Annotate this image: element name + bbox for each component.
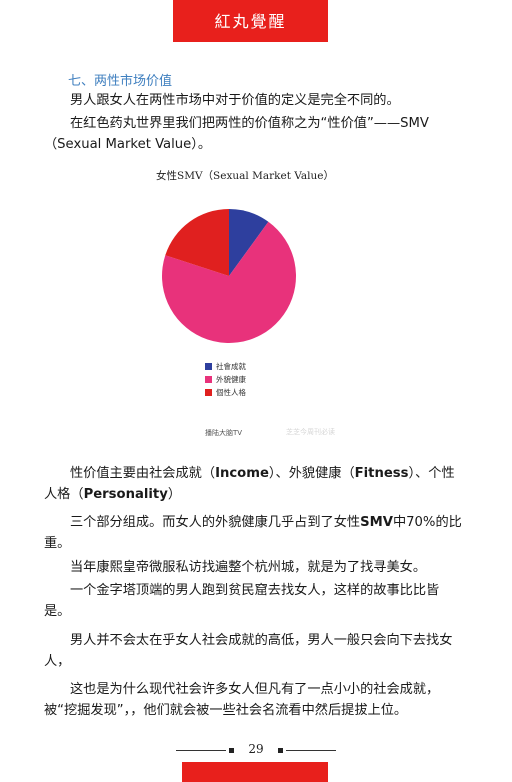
footer-dot-right: [278, 748, 283, 753]
legend-swatch: [205, 363, 212, 370]
body-paragraph-5: 当年康熙皇帝微服私访找遍整个杭州城，就是为了找寻美女。: [44, 557, 464, 578]
body-text: ）、外貌健康（: [268, 466, 355, 481]
chart-legend: 社會成就 外貌健康 個性人格: [205, 360, 246, 399]
intro-text-1: 男人跟女人在两性市场中对于价值的定义是完全不同的。: [70, 93, 400, 108]
body-text: 三个部分组成。而女人的外貌健康几乎占到了女性: [70, 515, 361, 530]
footer-rule-left: [176, 750, 226, 751]
pie-chart: 女性SMV（Sexual Market Value） 社會成就 外貌健康 個性人…: [130, 162, 370, 447]
chart-watermark-faint: 芝芝今周刊必读: [286, 428, 335, 436]
term-fitness: Fitness: [354, 466, 409, 481]
body-text: 当年康熙皇帝微服私访找遍整个杭州城，就是为了找寻美女。: [70, 560, 427, 575]
body-paragraph-4: 三个部分组成。而女人的外貌健康几乎占到了女性SMV中70%的比重。: [44, 512, 464, 554]
body-text: 这也是为什么现代社会许多女人但凡有了一点小小的社会成就，被“挖掘发现”，，他们就…: [44, 682, 440, 718]
legend-label: 外貌健康: [216, 375, 246, 384]
body-paragraph-6: 一个金字塔顶端的男人跑到贫民窟去找女人，这样的故事比比皆是。: [44, 580, 464, 622]
term-income: Income: [215, 466, 269, 481]
body-text: ）: [167, 487, 182, 502]
body-paragraph-7: 男人并不会太在乎女人社会成就的高低，男人一般只会向下去找女人，: [44, 630, 464, 672]
header-banner-text: 紅丸覺醒: [214, 12, 287, 31]
body-text: 性价值主要由社会成就（: [70, 466, 216, 481]
body-text: 一个金字塔顶端的男人跑到贫民窟去找女人，这样的故事比比皆是。: [44, 583, 440, 619]
legend-item: 社會成就: [205, 360, 246, 373]
term-smv: SMV: [360, 515, 393, 530]
legend-swatch: [205, 376, 212, 383]
intro-paragraph-1: 男人跟女人在两性市场中对于价值的定义是完全不同的。: [44, 90, 464, 111]
chart-title: 女性SMV（Sexual Market Value）: [156, 170, 334, 182]
page-number: 29: [248, 742, 264, 756]
footer-dot-left: [229, 748, 234, 753]
legend-label: 個性人格: [216, 388, 246, 397]
footer-banner: [182, 762, 328, 782]
body-paragraph-8: 这也是为什么现代社会许多女人但凡有了一点小小的社会成就，被“挖掘发现”，，他们就…: [44, 679, 464, 721]
body-paragraph-3: 性价值主要由社会成就（Income）、外貌健康（Fitness）、个性人格（Pe…: [44, 463, 464, 505]
footer-rule-right: [286, 750, 336, 751]
page-footer: 29: [0, 740, 512, 762]
term-personality: Personality: [83, 487, 168, 502]
section-title: 七、两性市场价值: [68, 74, 173, 89]
chart-watermark: 播陆大脑TV: [205, 429, 243, 437]
legend-item: 外貌健康: [205, 373, 246, 386]
header-banner: 紅丸覺醒: [173, 0, 328, 42]
legend-label: 社會成就: [216, 362, 246, 371]
pie-chart-canvas: [162, 209, 296, 343]
body-text: 男人并不会太在乎女人社会成就的高低，男人一般只会向下去找女人，: [44, 633, 453, 669]
legend-item: 個性人格: [205, 386, 246, 399]
legend-swatch: [205, 389, 212, 396]
intro-paragraph-2: 在红色药丸世界里我们把两性的价值称之为“性价值”——SMV（Sexual Mar…: [44, 113, 464, 155]
intro-text-2: 在红色药丸世界里我们把两性的价值称之为“性价值”——SMV（Sexual Mar…: [44, 116, 429, 152]
